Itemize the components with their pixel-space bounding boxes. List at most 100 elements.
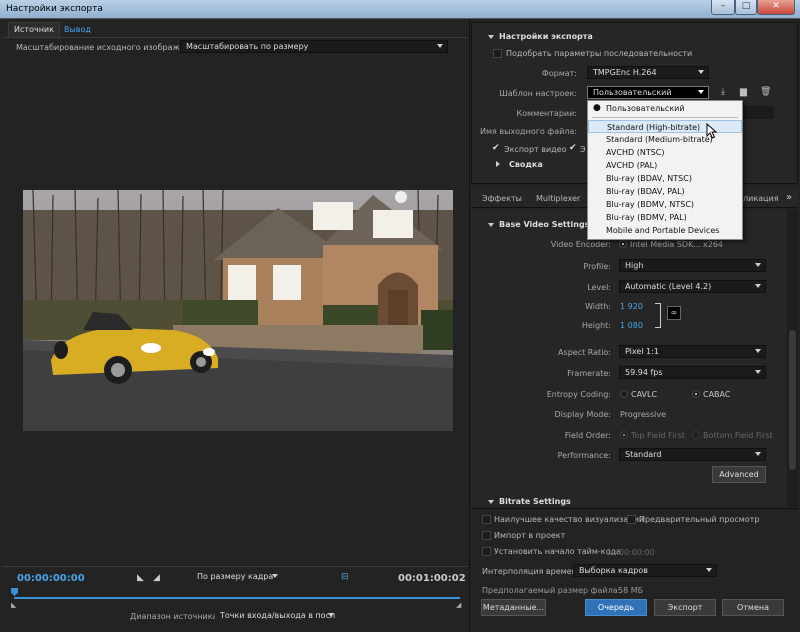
out-point-icon[interactable]: ◢ [456,601,461,609]
preset-menu-item[interactable]: ● Пользовательский [588,102,742,115]
title-bar: Настройки экспорта – □ ✕ [0,0,800,19]
framerate-select[interactable]: 59.94 fps [619,366,766,379]
timecode-start[interactable]: 00:00:00:00 [17,573,85,584]
preset-menu-item[interactable]: Blu-ray (BDMV, PAL) [588,211,742,224]
chevron-down-icon [755,349,761,353]
entropy-label: Entropy Coding: [546,390,611,399]
collapse-icon[interactable] [488,223,494,227]
encoder-value: Intel Media SDK... [630,240,701,249]
delete-preset-icon[interactable]: 🗑 [760,87,771,97]
chevron-down-icon [328,613,334,617]
mark-out-icon[interactable]: ◢ [153,573,160,583]
set-timecode-checkbox[interactable] [482,547,491,556]
profile-label: Profile: [583,262,611,271]
display-mode-value: Progressive [620,410,667,419]
field-bottom-radio[interactable] [692,431,700,439]
tab-source[interactable]: Источник [8,22,60,37]
level-select[interactable]: Automatic (Level 4.2) [619,280,766,293]
preset-menu-item[interactable]: Blu-ray (BDAV, NTSC) [588,172,742,185]
tab-multiplexer[interactable]: Multiplexer [536,194,580,203]
queue-button[interactable]: Очередь [585,599,647,616]
performance-select[interactable]: Standard [619,448,766,461]
match-sequence-checkbox[interactable] [493,49,502,58]
menu-separator [592,117,738,118]
range-select[interactable]: Точки входа/выхода в последо [215,609,336,622]
export-button[interactable]: Экспорт [654,599,716,616]
format-select[interactable]: TMPGEnc H.264 [587,66,709,79]
export-audio-checkbox[interactable]: ✔ [569,143,577,153]
entropy-cavlc-radio[interactable] [620,390,628,398]
fit-value: По размеру кадра [197,572,274,581]
height-value[interactable]: 1 080 [620,321,643,330]
display-mode-label: Display Mode: [554,410,611,419]
summary-label[interactable]: Сводка [509,160,543,169]
cancel-button[interactable]: Отмена [722,599,784,616]
height-label: Height: [581,321,611,330]
fit-select[interactable]: По размеру кадра [191,570,283,583]
chevron-down-icon [706,568,712,572]
chevron-down-icon [755,452,761,456]
width-value[interactable]: 1 920 [620,302,643,311]
collapse-icon[interactable] [488,500,494,504]
field-top-radio[interactable] [620,431,628,439]
options-divider [471,508,798,509]
interp-value: Выборка кадров [579,566,648,575]
selected-dot-icon: ● [593,103,601,113]
metadata-button[interactable]: Метаданные... [481,599,546,616]
interp-select[interactable]: Выборка кадров [573,564,717,577]
mark-in-icon[interactable]: ◣ [137,573,144,583]
expand-summary-icon[interactable] [496,161,500,167]
entropy-cabac-radio[interactable] [692,390,700,398]
aspect-value: Pixel 1:1 [625,347,659,356]
profile-select[interactable]: High [619,259,766,272]
framerate-value: 59.94 fps [625,368,663,377]
tab-output[interactable]: Вывод [64,25,91,34]
in-point-icon[interactable]: ◣ [11,601,16,609]
minimize-button[interactable]: – [711,0,735,15]
set-timecode-label: Установить начало тайм-кода [494,547,621,556]
chevron-down-icon [698,70,704,74]
save-preset-icon[interactable]: ⤓ [721,87,725,97]
chevron-down-icon [755,370,761,374]
preview-checkbox[interactable] [627,515,636,524]
range-label: Диапазон источника: [130,612,221,621]
link-icon[interactable]: ∞ [667,306,681,320]
import-preset-icon[interactable]: ▆ [740,87,747,97]
comments-label: Комментарии: [516,109,577,118]
field-top-label: Top Field First [631,431,685,440]
import-project-checkbox[interactable] [482,531,491,540]
timeline-track[interactable] [14,597,460,599]
link-bracket [655,303,661,328]
crop-icon[interactable]: ⊟ [341,572,349,582]
preset-menu-item[interactable]: Standard (High-bitrate) [588,120,742,133]
tab-publish[interactable]: ликация [743,194,779,203]
aspect-label: Aspect Ratio: [558,348,611,357]
timecode-value: 00:00:00:00 [606,548,655,557]
menu-item-label: Пользовательский [606,104,685,113]
tab-effects[interactable]: Эффекты [482,194,522,203]
maximize-button[interactable]: □ [735,0,757,15]
preset-menu-item[interactable]: Standard (Medium-bitrate) [588,133,742,146]
preset-menu-item[interactable]: AVCHD (PAL) [588,159,742,172]
preset-label: Шаблон настроек: [499,89,577,98]
aspect-select[interactable]: Pixel 1:1 [619,345,766,358]
export-video-checkbox[interactable]: ✔ [492,143,500,153]
encoder-radio-intel[interactable] [619,240,627,248]
more-tabs-icon[interactable]: » [786,192,792,203]
preset-menu-item[interactable]: AVCHD (NTSC) [588,146,742,159]
collapse-icon[interactable] [488,35,494,39]
scrollbar-thumb[interactable] [789,330,796,470]
preset-menu-item[interactable]: Mobile and Portable Devices [588,224,742,237]
preset-menu-item[interactable]: Blu-ray (BDMV, NTSC) [588,198,742,211]
timeline-divider [2,566,468,567]
scaling-select[interactable]: Масштабировать по размеру [180,40,448,53]
scaling-label: Масштабирование исходного изображения: [16,43,203,52]
close-button[interactable]: ✕ [757,0,795,15]
best-quality-checkbox[interactable] [482,515,491,524]
filesize-value: 58 МБ [618,586,644,595]
preset-select[interactable]: Пользовательский [587,86,709,99]
comments-input[interactable] [742,106,774,119]
encoder-alt: x264 [703,240,724,249]
preset-menu-item[interactable]: Blu-ray (BDAV, PAL) [588,185,742,198]
advanced-button[interactable]: Advanced [712,466,766,483]
